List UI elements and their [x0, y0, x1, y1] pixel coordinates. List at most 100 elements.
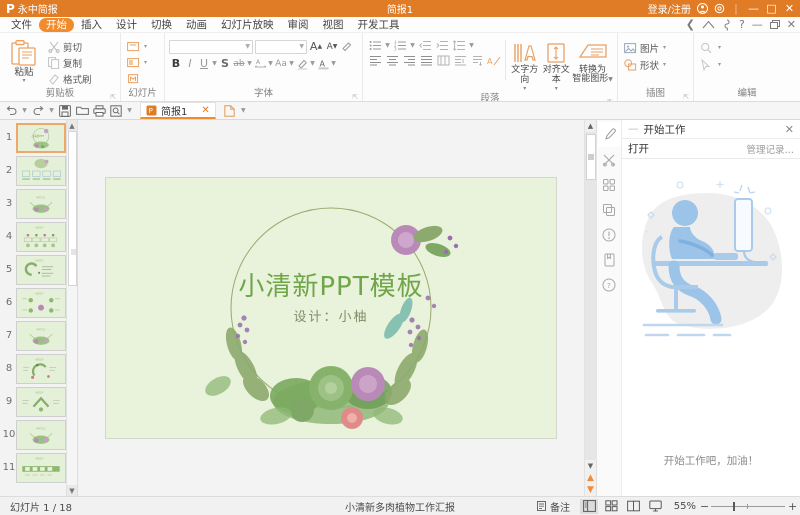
ribbon-tab-view[interactable]: 视图 — [316, 18, 351, 32]
ribbon-tab-animations[interactable]: 动画 — [179, 18, 214, 32]
cloud-icon[interactable] — [702, 20, 715, 29]
ribbon-tab-transitions[interactable]: 切换 — [144, 18, 179, 32]
help-icon[interactable]: ? — [739, 19, 745, 30]
layout-icon[interactable] — [125, 55, 141, 70]
slide-thumbnail-6[interactable]: 标题文字 — [16, 288, 66, 318]
slide-thumbnail-8[interactable]: 标题文字 — [16, 354, 66, 384]
new-slide-row[interactable]: ▾ — [125, 39, 149, 54]
select-button[interactable]: ▾ — [698, 56, 725, 73]
thumbnail-scroll-track[interactable] — [66, 131, 77, 485]
slide-canvas-area[interactable]: 小清新PPT模板 设计：小柚 — [78, 120, 584, 496]
new-doc-icon[interactable] — [223, 104, 237, 118]
redo-icon[interactable] — [31, 104, 45, 118]
bold-button[interactable]: B — [169, 56, 183, 71]
columns-icon[interactable] — [452, 53, 468, 68]
copy-button[interactable]: 复制 — [44, 55, 95, 70]
slide-sorter-view-button[interactable] — [602, 499, 620, 514]
align-justify-icon[interactable] — [418, 53, 434, 68]
slide-title-text[interactable]: 小清新PPT模板 — [106, 266, 556, 303]
chevron-down-icon[interactable]: ▼ — [330, 60, 337, 67]
convert-to-smartart-button[interactable]: 转换为 智能图形▼ — [572, 38, 613, 84]
font-size-input[interactable]: ▼ — [255, 39, 307, 54]
open-label[interactable]: 打开 — [628, 141, 649, 156]
clear-formatting-icon[interactable]: A — [486, 53, 502, 68]
thumbnail-row[interactable]: 8 标题文字 — [0, 354, 66, 387]
chevron-down-icon[interactable]: ▾ — [661, 61, 668, 68]
window-close-icon[interactable]: ✕ — [787, 19, 796, 30]
paste-button[interactable]: 粘贴 ▾ — [4, 37, 44, 84]
italic-button[interactable]: I — [183, 56, 197, 71]
change-case-button[interactable]: Aa — [274, 56, 288, 71]
shapes-button[interactable]: 形状 ▾ — [622, 56, 670, 73]
line-spacing-icon[interactable] — [451, 38, 467, 53]
open-icon[interactable] — [75, 104, 89, 118]
current-slide[interactable]: 小清新PPT模板 设计：小柚 — [106, 178, 556, 438]
previous-slide-icon[interactable]: ▲ — [585, 472, 597, 484]
canvas-scroll-track[interactable] — [584, 132, 597, 460]
font-name-input[interactable]: ▼ — [169, 39, 253, 54]
grow-font-button[interactable]: A ▲ — [309, 39, 323, 54]
underline-button[interactable]: U — [197, 56, 211, 71]
format-painter-button[interactable]: 格式刷 — [44, 71, 95, 86]
chevron-down-icon[interactable]: ▼ — [309, 60, 316, 67]
reset-slide-icon[interactable] — [125, 71, 141, 86]
strikethrough-button[interactable]: ab — [232, 56, 246, 71]
text-direction-button[interactable]: 文字方向 ▾ — [509, 38, 541, 92]
reset-slide-row[interactable] — [125, 71, 149, 86]
text-highlight-button[interactable] — [295, 56, 309, 71]
close-button[interactable]: ✕ — [783, 3, 796, 14]
slide-thumbnail-1[interactable]: 小清新PPT — [16, 123, 66, 153]
thumbnail-row[interactable]: 11 标题文字 — [0, 453, 66, 486]
ribbon-tab-insert[interactable]: 插入 — [74, 18, 109, 32]
window-restore-icon[interactable] — [769, 20, 780, 29]
thumbnail-row[interactable]: 4 标题文字 — [0, 222, 66, 255]
chevron-down-icon[interactable]: ▾ — [142, 43, 149, 50]
zoom-slider-handle[interactable] — [733, 501, 735, 511]
canvas-vertical-scrollbar[interactable]: ▲ ▼ ▲ ▼ — [584, 120, 597, 496]
layout-row[interactable]: ▾ — [125, 55, 149, 70]
chevron-down-icon[interactable]: ▾ — [22, 78, 25, 84]
book-icon[interactable] — [598, 247, 621, 272]
chevron-down-icon[interactable]: ▾ — [716, 61, 723, 68]
hand-icon[interactable] — [722, 19, 732, 31]
maximize-button[interactable]: □ — [765, 3, 778, 14]
thumbnail-row[interactable]: 5 标题文字 — [0, 255, 66, 288]
chevron-down-icon[interactable]: ▼ — [267, 60, 274, 67]
align-left-icon[interactable] — [367, 53, 383, 68]
chevron-down-icon[interactable]: ▾ — [142, 59, 149, 66]
grid-icon[interactable] — [598, 172, 621, 197]
new-slide-icon[interactable] — [125, 39, 141, 54]
zoom-slider[interactable]: − + — [700, 500, 797, 513]
thumbnail-row[interactable]: 6 标题文字 — [0, 288, 66, 321]
account-avatar-icon[interactable] — [696, 3, 708, 15]
thumbnail-row[interactable]: 9 标题文字 — [0, 387, 66, 420]
slide-thumbnail-4[interactable]: 标题文字 — [16, 222, 66, 252]
chevron-down-icon[interactable]: ▼ — [468, 42, 475, 49]
thumbnail-row[interactable]: 10 PART 03 — [0, 420, 66, 453]
scroll-up-arrow-icon[interactable]: ▲ — [66, 120, 77, 131]
numbering-icon[interactable]: 123 — [392, 38, 408, 53]
help-icon[interactable]: ? — [598, 272, 621, 297]
undo-icon[interactable] — [4, 104, 18, 118]
save-icon[interactable] — [58, 104, 72, 118]
chevron-down-icon[interactable]: ▼ — [48, 107, 55, 114]
chevron-down-icon[interactable]: ▼ — [211, 60, 218, 67]
chevron-down-icon[interactable]: ▼ — [288, 60, 295, 67]
thumbnail-row[interactable]: 3 PART 01 — [0, 189, 66, 222]
character-spacing-button[interactable]: A — [253, 56, 267, 71]
text-direction-vertical-icon[interactable] — [469, 53, 485, 68]
slide-thumbnail-7[interactable]: PART 02 — [16, 321, 66, 351]
thumbnail-scroll-handle[interactable] — [67, 131, 77, 286]
align-right-icon[interactable] — [401, 53, 417, 68]
normal-view-button[interactable] — [580, 498, 598, 514]
minimize-button[interactable]: — — [747, 3, 760, 14]
slide-thumbnail-5[interactable]: 标题文字 — [16, 255, 66, 285]
dialog-launcher-icon[interactable]: ⇱ — [352, 90, 358, 101]
drag-handle-icon[interactable]: — — [628, 123, 638, 135]
customize-quick-access-icon[interactable]: ▼ — [126, 107, 133, 114]
print-preview-icon[interactable] — [109, 104, 123, 118]
canvas-scroll-up-icon[interactable]: ▲ — [585, 120, 597, 132]
slide-thumbnail-10[interactable]: PART 03 — [16, 420, 66, 450]
align-center-icon[interactable] — [384, 53, 400, 68]
slide-thumbnail-11[interactable]: 标题文字 — [16, 453, 66, 483]
